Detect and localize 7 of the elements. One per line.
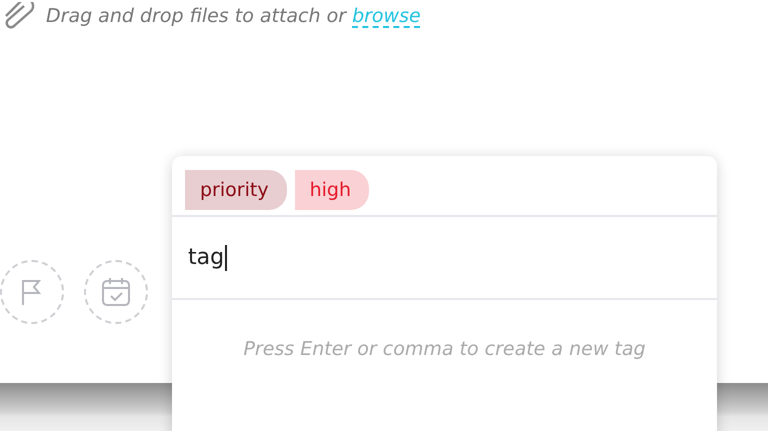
tag-chip[interactable]: priority xyxy=(185,170,287,210)
calendar-icon xyxy=(100,276,132,308)
attach-hint: Drag and drop files to attach or browse xyxy=(46,5,421,27)
tag-chip[interactable]: high xyxy=(294,170,369,210)
tag-input[interactable]: tag xyxy=(172,217,717,300)
flag-icon xyxy=(20,278,44,306)
create-tag-hint: Press Enter or comma to create a new tag xyxy=(242,337,647,360)
